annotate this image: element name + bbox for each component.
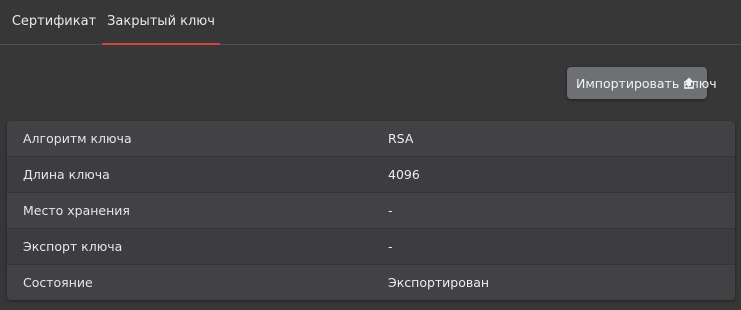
import-key-button-label: Импортировать ключ xyxy=(576,75,717,91)
tab-private-key[interactable]: Закрытый ключ xyxy=(102,0,220,45)
table-row: Длина ключа 4096 xyxy=(7,157,735,193)
property-value: - xyxy=(388,203,393,218)
table-row: Алгоритм ключа RSA xyxy=(7,121,735,157)
tab-certificate-label: Сертификат xyxy=(11,14,97,29)
property-value: 4096 xyxy=(388,167,420,182)
key-properties-table: Алгоритм ключа RSA Длина ключа 4096 Мест… xyxy=(7,121,735,300)
tab-bar: Сертификат Закрытый ключ xyxy=(0,0,741,45)
property-name: Алгоритм ключа xyxy=(23,131,132,146)
table-row: Состояние Экспортирован xyxy=(7,265,735,300)
property-value: RSA xyxy=(388,131,414,146)
table-row: Место хранения - xyxy=(7,193,735,229)
active-tab-indicator xyxy=(102,43,220,45)
property-name: Длина ключа xyxy=(23,167,110,182)
import-key-button[interactable]: Импортировать ключ xyxy=(567,67,717,99)
upload-icon xyxy=(684,77,694,89)
table-row: Экспорт ключа - xyxy=(7,229,735,265)
property-value: - xyxy=(388,239,393,254)
property-name: Состояние xyxy=(23,275,93,290)
property-value: Экспортирован xyxy=(388,275,490,290)
tab-certificate[interactable]: Сертификат xyxy=(6,0,102,44)
property-name: Место хранения xyxy=(23,203,130,218)
tab-private-key-label: Закрытый ключ xyxy=(107,14,215,29)
property-name: Экспорт ключа xyxy=(23,239,123,254)
